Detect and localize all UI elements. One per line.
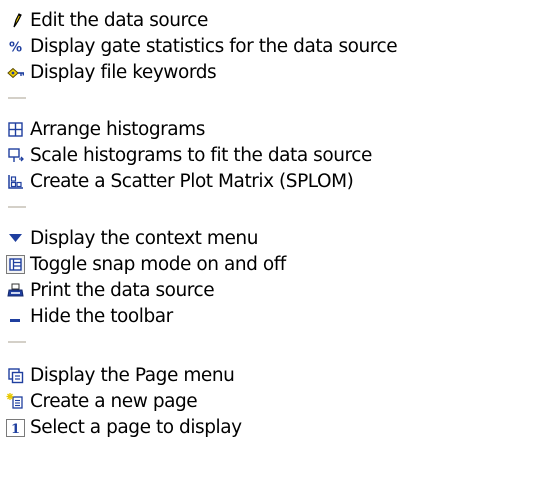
page-menu-icon	[6, 366, 25, 385]
hide-toolbar-icon	[6, 307, 25, 326]
legend-item-edit-data-source: Edit the data source	[0, 8, 533, 34]
group-separator	[8, 97, 26, 100]
legend-item-label: Print the data source	[30, 280, 215, 301]
splom-icon	[6, 172, 25, 191]
legend-item-print: Print the data source	[0, 278, 533, 304]
legend-item-label: Display file keywords	[30, 62, 217, 83]
legend-item-select-page: 1 Select a page to display	[0, 415, 533, 441]
legend-item-label: Display the Page menu	[30, 365, 235, 386]
toolbar-legend: Edit the data source % Display gate stat…	[0, 0, 533, 501]
new-page-icon	[6, 392, 25, 411]
svg-text:%: %	[9, 41, 22, 56]
legend-item-label: Select a page to display	[30, 417, 242, 438]
legend-item-gate-statistics: % Display gate statistics for the data s…	[0, 34, 533, 60]
legend-item-label: Edit the data source	[30, 10, 208, 31]
triangle-down-icon	[6, 229, 25, 248]
pencil-icon	[6, 11, 25, 30]
printer-icon	[6, 281, 25, 300]
legend-item-file-keywords: Display file keywords	[0, 60, 533, 86]
legend-item-label: Scale histograms to fit the data source	[30, 145, 372, 166]
percent-icon: %	[6, 37, 25, 56]
legend-item-label: Create a Scatter Plot Matrix (SPLOM)	[30, 171, 354, 192]
snap-grid-icon	[6, 255, 25, 274]
legend-item-new-page: Create a new page	[0, 389, 533, 415]
legend-item-label: Display gate statistics for the data sou…	[30, 36, 398, 57]
group-separator	[8, 341, 26, 344]
legend-item-arrange-histograms: Arrange histograms	[0, 117, 533, 143]
legend-item-context-menu: Display the context menu	[0, 226, 533, 252]
legend-item-page-menu: Display the Page menu	[0, 363, 533, 389]
legend-item-label: Create a new page	[30, 391, 198, 412]
legend-item-scale-histograms: Scale histograms to fit the data source	[0, 143, 533, 169]
legend-item-label: Hide the toolbar	[30, 306, 173, 327]
keywords-icon	[6, 63, 25, 82]
page-number-icon: 1	[6, 418, 25, 437]
legend-item-snap-mode: Toggle snap mode on and off	[0, 252, 533, 278]
page-number-text: 1	[11, 422, 20, 437]
legend-item-label: Display the context menu	[30, 228, 258, 249]
arrange-grid-icon	[6, 120, 25, 139]
scale-histogram-icon	[6, 146, 25, 165]
group-separator	[8, 206, 26, 209]
legend-item-label: Toggle snap mode on and off	[30, 254, 286, 275]
legend-item-hide-toolbar: Hide the toolbar	[0, 304, 533, 330]
legend-item-label: Arrange histograms	[30, 119, 205, 140]
legend-item-create-splom: Create a Scatter Plot Matrix (SPLOM)	[0, 169, 533, 195]
